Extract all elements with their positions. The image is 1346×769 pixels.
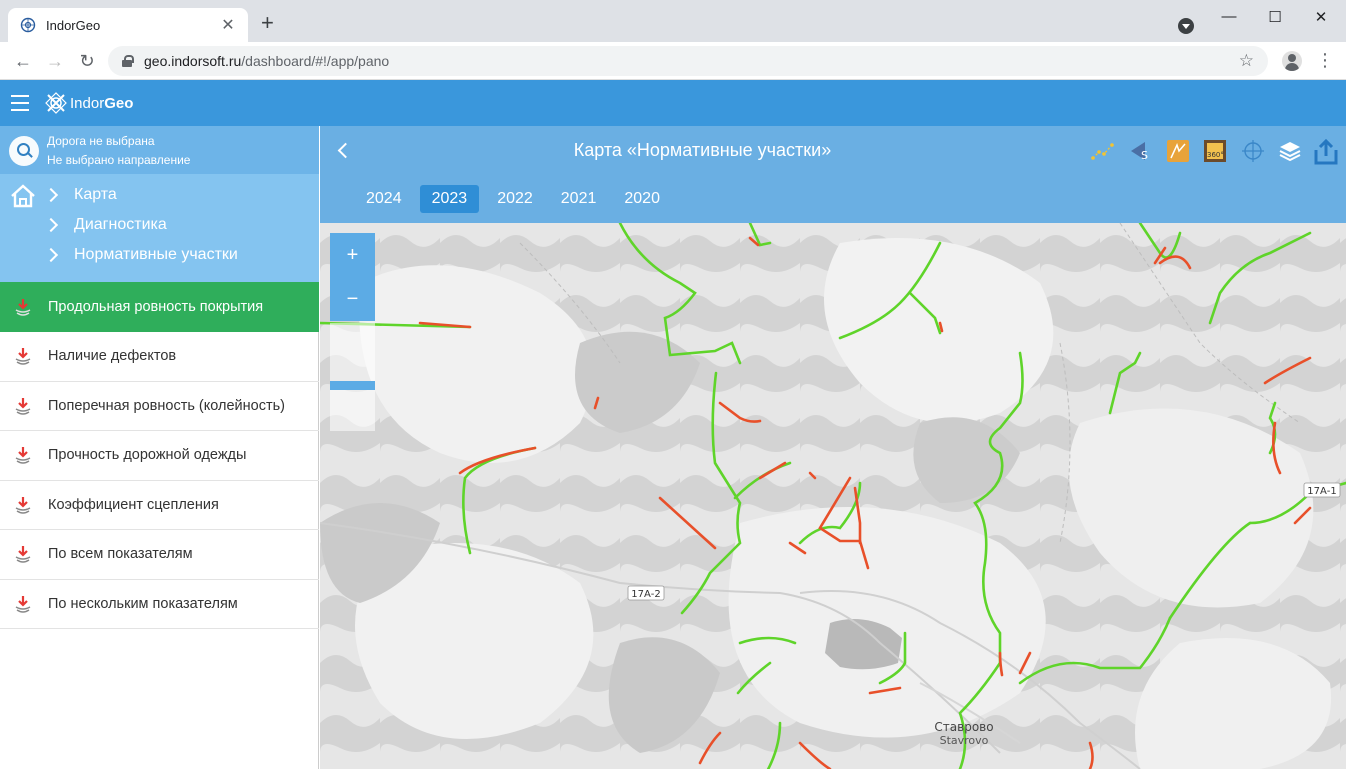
sidebar-menu-item[interactable]: Поперечная ровность (колейность) <box>0 381 319 431</box>
tab-close-icon[interactable]: ✕ <box>220 15 236 35</box>
browser-tab[interactable]: IndorGeo ✕ <box>8 8 248 42</box>
road-label-17a-1: 17А-1 <box>1303 482 1341 498</box>
svg-text:360°: 360° <box>1207 151 1224 159</box>
svg-text:17А-1: 17А-1 <box>1307 486 1337 497</box>
sidebar-menu-item[interactable]: По всем показателям <box>0 530 319 580</box>
sidebar-menu-item-label: Поперечная ровность (колейность) <box>48 397 285 414</box>
logo-text-prefix: Indor <box>70 94 105 112</box>
logo-text-suffix: Geo <box>104 94 134 112</box>
sidebar-menu-item[interactable]: По нескольким показателям <box>0 579 319 629</box>
breadcrumb-label: Карта <box>74 186 117 203</box>
zoom-slider-knob[interactable] <box>330 381 375 390</box>
zoom-in-button[interactable]: + <box>330 233 375 277</box>
year-tabs: 2024 2023 2022 2021 2020 <box>356 185 678 213</box>
minimize-icon[interactable]: — <box>1206 8 1252 25</box>
map-canvas[interactable]: 17А-2 17А-1 Ставрово Stavrovo + − <box>320 223 1346 769</box>
home-icon[interactable] <box>10 184 36 208</box>
sidebar: Дорога не выбрана Не выбрано направление… <box>0 126 319 769</box>
place-name-en: Stavrovo <box>940 734 989 747</box>
chevron-right-icon <box>43 187 59 203</box>
road-label-17a-2: 17А-2 <box>627 585 665 601</box>
tab-search-icon[interactable] <box>1178 18 1194 34</box>
breadcrumb-label: Нормативные участки <box>74 246 238 263</box>
indorgeo-logo-icon <box>45 92 67 114</box>
breadcrumb-map[interactable]: Карта <box>43 186 117 204</box>
browser-tabbar: IndorGeo ✕ + — ☐ ✕ <box>0 0 1346 42</box>
direction-status: Не выбрано направление <box>47 153 191 167</box>
svg-text:17А-2: 17А-2 <box>631 589 661 600</box>
chevron-right-icon <box>43 247 59 263</box>
zoom-slider[interactable] <box>330 323 375 431</box>
year-tab[interactable]: 2021 <box>551 185 607 213</box>
profile-avatar-icon[interactable] <box>1282 51 1302 71</box>
sidebar-menu-item-label: Коэффициент сцепления <box>48 496 219 513</box>
place-name-ru: Ставрово <box>934 720 993 734</box>
sidebar-menu-item[interactable]: Коэффициент сцепления <box>0 480 319 530</box>
layer-download-icon <box>15 546 31 563</box>
layer-download-icon <box>15 397 31 415</box>
tab-title: IndorGeo <box>46 17 101 33</box>
crosshair-icon[interactable] <box>1240 138 1266 164</box>
year-tab[interactable]: 2023 <box>419 185 480 213</box>
road-selector[interactable]: Дорога не выбрана Не выбрано направление <box>0 126 319 174</box>
sidebar-menu-item-label: Продольная ровность покрытия <box>48 298 264 315</box>
layer-download-icon <box>15 298 31 316</box>
browser-menu-icon[interactable]: ⋮ <box>1316 50 1334 70</box>
map-header: Карта «Нормативные участки» S 360° 2024 2… <box>320 126 1346 223</box>
indorgeo-favicon-icon <box>20 17 36 33</box>
sidebar-menu-item-label: По нескольким показателям <box>48 595 238 612</box>
zoom-control: + − <box>330 233 375 431</box>
svg-text:S: S <box>1141 149 1148 162</box>
url-host: geo.indorsoft.ru <box>144 53 242 69</box>
layer-download-icon <box>15 496 31 514</box>
address-bar[interactable]: geo.indorsoft.ru/dashboard/#!/app/pano ☆ <box>108 46 1268 76</box>
breadcrumb-normative-sections[interactable]: Нормативные участки <box>43 246 238 264</box>
url-path: /dashboard/#!/app/pano <box>241 53 390 69</box>
map-background: 17А-2 17А-1 Ставрово Stavrovo <box>320 223 1346 769</box>
layer-download-icon <box>15 348 31 365</box>
app-header: Indor Geo <box>0 80 1346 126</box>
year-tab[interactable]: 2022 <box>487 185 543 213</box>
layer-download-icon <box>15 595 31 613</box>
zoom-out-button[interactable]: − <box>330 277 375 321</box>
bookmark-star-icon[interactable]: ☆ <box>1239 51 1254 71</box>
points-icon[interactable] <box>1090 138 1116 164</box>
lock-icon <box>122 55 134 67</box>
sidebar-menu-item-label: По всем показателям <box>48 546 193 562</box>
search-icon[interactable] <box>9 136 39 166</box>
hamburger-menu-icon[interactable] <box>11 95 29 111</box>
year-tab[interactable]: 2024 <box>356 185 412 213</box>
breadcrumb-label: Диагностика <box>74 216 167 233</box>
new-tab-button[interactable]: + <box>261 12 274 34</box>
url-text: geo.indorsoft.ru/dashboard/#!/app/pano <box>144 53 389 69</box>
sidebar-menu-item-label: Наличие дефектов <box>48 348 177 364</box>
window-close-icon[interactable]: ✕ <box>1298 8 1344 26</box>
road-status: Дорога не выбрана <box>47 134 155 148</box>
sidebar-menu-item[interactable]: Прочность дорожной одежды <box>0 431 319 481</box>
panorama-360-icon[interactable]: 360° <box>1202 138 1228 164</box>
layers-icon[interactable] <box>1277 138 1303 164</box>
chevron-right-icon <box>43 217 59 233</box>
sidebar-menu-item-label: Прочность дорожной одежды <box>48 447 247 463</box>
forward-arrow-icon[interactable]: → <box>44 50 66 72</box>
breadcrumb: Карта Диагностика Нормативные участки <box>0 174 319 282</box>
maximize-icon[interactable]: ☐ <box>1252 8 1298 26</box>
map-sign-icon[interactable] <box>1165 138 1191 164</box>
browser-toolbar: ← → ↻ geo.indorsoft.ru/dashboard/#!/app/… <box>0 42 1346 80</box>
layer-download-icon <box>15 447 31 464</box>
sidebar-menu-item[interactable]: Продольная ровность покрытия <box>0 282 319 332</box>
share-icon[interactable] <box>1312 138 1340 166</box>
map-title: Карта «Нормативные участки» <box>573 140 832 160</box>
year-tab[interactable]: 2020 <box>614 185 670 213</box>
reload-icon[interactable]: ↻ <box>76 50 98 72</box>
road-sign-icon[interactable]: S <box>1128 138 1154 164</box>
sidebar-menu-item[interactable]: Наличие дефектов <box>0 332 319 382</box>
breadcrumb-diagnostics[interactable]: Диагностика <box>43 216 167 234</box>
app-logo: Indor Geo <box>44 91 133 115</box>
back-arrow-icon[interactable]: ← <box>12 50 34 72</box>
